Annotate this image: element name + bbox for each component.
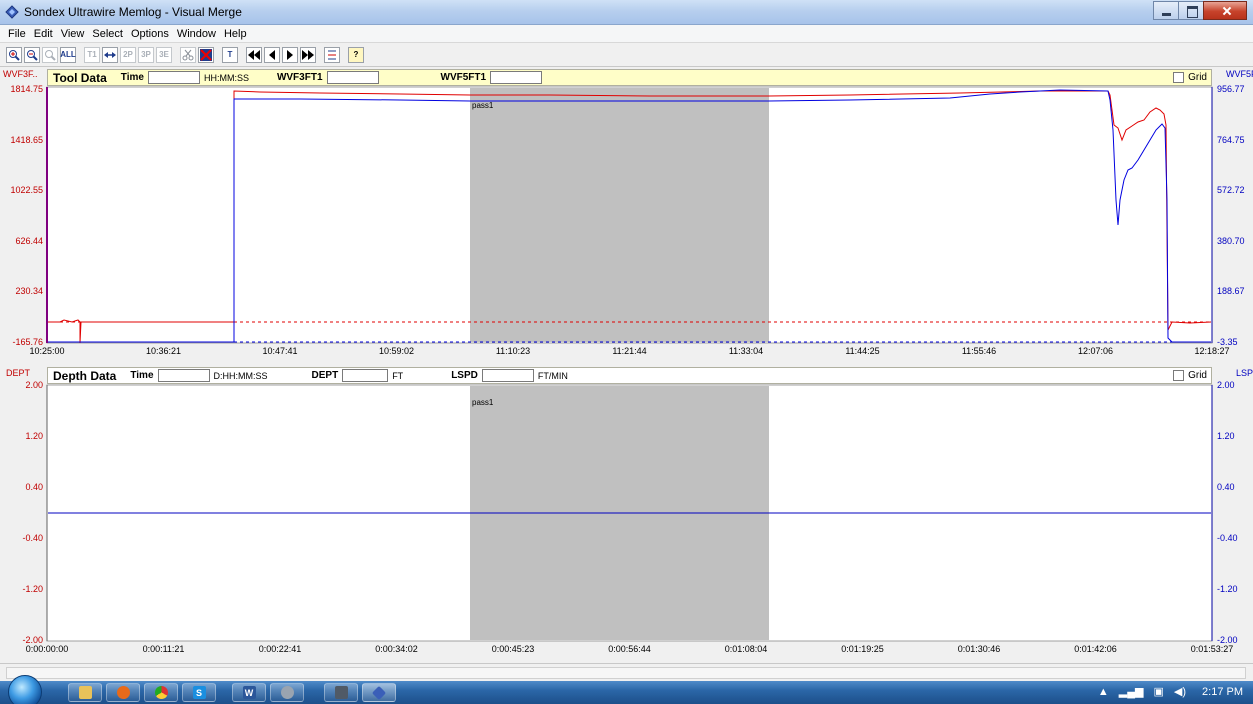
clock[interactable]: 2:17 PM xyxy=(1202,686,1243,698)
taskbar-calculator[interactable] xyxy=(324,683,358,702)
volume-icon[interactable]: ◀) xyxy=(1174,685,1186,698)
plot-area[interactable]: pass1 pass1 xyxy=(0,0,1253,663)
tray-expand-icon[interactable]: ▲ xyxy=(1098,686,1109,698)
taskbar-explorer[interactable] xyxy=(68,683,102,702)
memlog-icon xyxy=(371,685,387,700)
status-panel xyxy=(6,667,1246,679)
tool-pass-selection[interactable] xyxy=(470,88,769,342)
skype-icon: S xyxy=(192,686,206,699)
firefox-icon xyxy=(116,686,130,699)
taskbar-memlog[interactable] xyxy=(362,683,396,702)
taskbar-skype[interactable]: S xyxy=(182,683,216,702)
taskbar: S W ▲ ▂▄▆ ▣ ◀) 2:17 PM xyxy=(0,675,1253,704)
folder-icon xyxy=(78,686,92,699)
depth-pass-label: pass1 xyxy=(472,398,494,407)
settings-icon xyxy=(280,686,294,699)
calculator-icon xyxy=(334,686,348,699)
network-icon[interactable]: ▣ xyxy=(1154,685,1164,698)
taskbar-chrome[interactable] xyxy=(144,683,178,702)
chrome-icon xyxy=(154,686,168,699)
status-bar xyxy=(0,663,1253,681)
word-icon: W xyxy=(242,686,256,699)
tool-pass-label: pass1 xyxy=(472,101,494,110)
system-tray: ▲ ▂▄▆ ▣ ◀) 2:17 PM xyxy=(1088,685,1243,699)
start-button[interactable] xyxy=(8,675,42,704)
taskbar-word[interactable]: W xyxy=(232,683,266,702)
signal-icon[interactable]: ▂▄▆ xyxy=(1119,685,1144,698)
taskbar-firefox[interactable] xyxy=(106,683,140,702)
taskbar-settings[interactable] xyxy=(270,683,304,702)
